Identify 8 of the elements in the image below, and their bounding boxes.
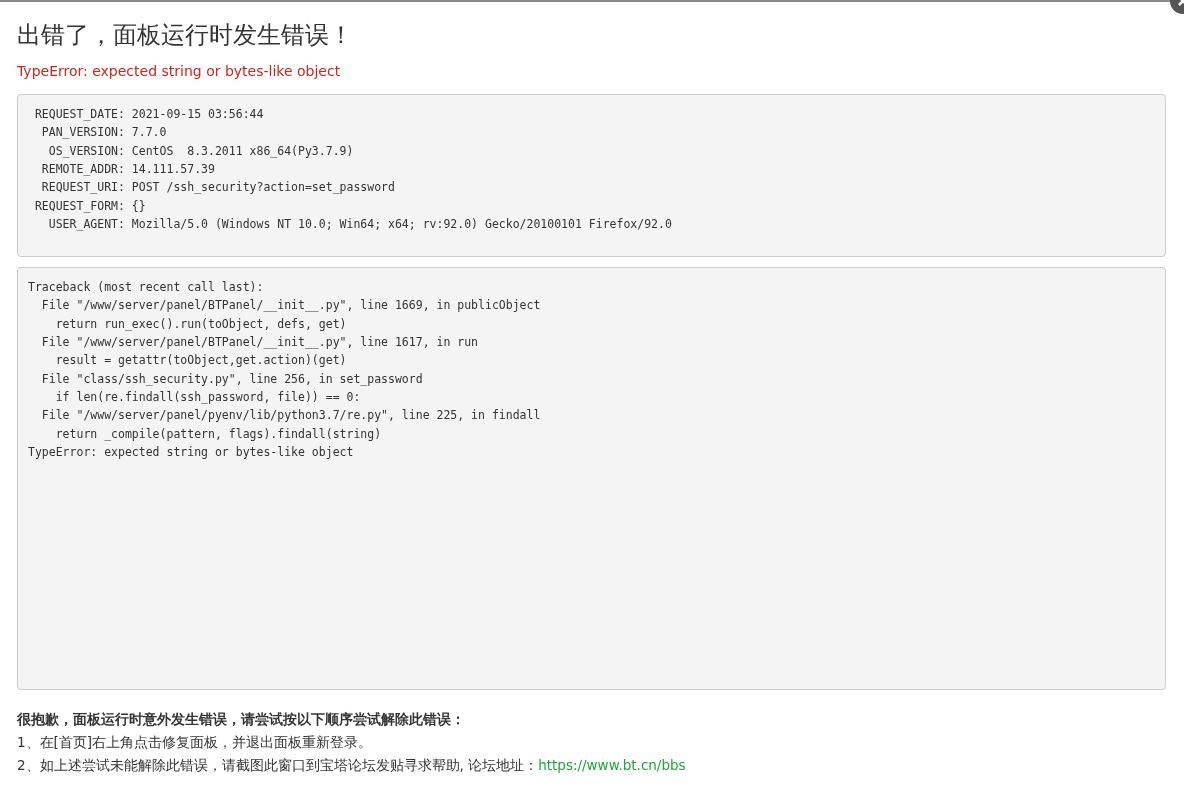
forum-link[interactable]: https://www.bt.cn/bbs xyxy=(538,757,686,774)
help-step: 2、如上述尝试未能解除此错误，请截图此窗口到宝塔论坛发贴寻求帮助, 论坛地址：https://www.bt.cn/bbs xyxy=(17,754,1166,778)
error-message: TypeError: expected string or bytes-like object xyxy=(17,62,342,82)
help-step: 1、在[首页]右上角点击修复面板，并退出面板重新登录。 xyxy=(17,731,1166,755)
page-title: 出错了，面板运行时发生错误！ xyxy=(17,20,354,51)
request-info-block: REQUEST_DATE: 2021-09-15 03:56:44 PAN_VERSION: 7.7.0 OS_VERSION: CentOS 8.3.2011 x86_64(Py3.7.9) REMOTE_ADDR: 14.111.57.39 REQUEST_URI: POST /ssh_security?action=set_password REQUEST_FORM: {} USER_AGENT: Mozilla/5.0 (Windows NT 10.0; Win64; x64; rv:92.0) Gecko/20100101 Firefox/92.0 xyxy=(17,94,1166,258)
help-heading: 很抱歉，面板运行时意外发生错误，请尝试按以下顺序尝试解除此错误： xyxy=(17,710,466,730)
traceback-block: Traceback (most recent call last): File "/www/server/panel/BTPanel/__init__.py", line 1669, in publicObject return run_exec().run(toObject, defs, get) File "/www/server/panel/BTPanel/__init__.py", line 1617, in run result = getattr(toObject,get.action)(get) File "class/ssh_security.py", line 256, in set_password if len(re.findall(ssh_password, file)) == 0: File "/www/server/panel/pyenv/lib/python3.7/re.py", line 225, in findall return _compile(pattern, flags).findall(string) TypeError: expected string or bytes-like object xyxy=(17,267,1166,691)
